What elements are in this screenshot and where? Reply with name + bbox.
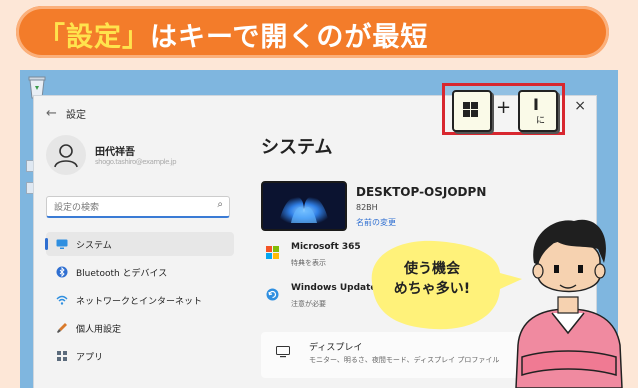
key-i-kana: に: [536, 116, 546, 126]
windows-logo-icon: [463, 102, 478, 117]
sidebar-item-personalize[interactable]: 個人用設定: [46, 316, 234, 340]
bluetooth-icon: [56, 266, 68, 278]
card-subtitle: 注意が必要: [291, 300, 326, 308]
network-icon: [56, 295, 68, 305]
banner-rest: はキーで開くのが最短: [150, 22, 429, 53]
sidebar-item-label: 個人用設定: [76, 324, 122, 335]
monitor-icon: [276, 346, 290, 358]
sidebar-item-label: Bluetooth とデバイス: [76, 268, 168, 279]
title-banner: 「設定」はキーで開くのが最短: [16, 6, 609, 58]
close-button[interactable]: ×: [574, 98, 586, 114]
page-title: システム: [261, 137, 333, 158]
apps-icon: [57, 351, 67, 361]
user-name: 田代祥吾: [95, 147, 135, 158]
sidebar-item-system[interactable]: システム: [45, 232, 234, 256]
search-placeholder: 設定の検索: [54, 203, 100, 213]
card-subtitle: 特典を表示: [291, 259, 326, 267]
sidebar-item-bluetooth[interactable]: Bluetooth とデバイス: [46, 260, 234, 284]
rename-link[interactable]: 名前の変更: [356, 217, 396, 228]
back-button[interactable]: ←: [46, 106, 57, 121]
bubble-line-1: 使う機会: [404, 261, 460, 277]
sidebar-item-apps[interactable]: アプリ: [46, 344, 234, 368]
user-icon: [54, 144, 78, 168]
sidebar-item-label: アプリ: [76, 352, 104, 363]
display-title: ディスプレイ: [309, 343, 363, 353]
device-thumbnail: [261, 181, 347, 231]
card-title[interactable]: Microsoft 365: [291, 242, 361, 252]
speech-bubble: 使う機会 めちゃ多い!: [362, 235, 522, 339]
banner-highlight: 「設定」: [38, 22, 150, 53]
banner-text: 「設定」はキーで開くのが最短: [38, 15, 428, 54]
update-icon: [266, 288, 279, 301]
i-key: I に: [518, 90, 558, 132]
sidebar-item-label: システム: [76, 240, 112, 251]
microsoft-365-icon: [266, 246, 279, 259]
windows-key: [452, 90, 492, 132]
window-title: 設定: [66, 110, 86, 121]
windows-bloom-wallpaper: [263, 183, 345, 229]
sidebar-item-label: ネットワークとインターネット: [76, 296, 203, 307]
avatar[interactable]: [46, 135, 86, 175]
search-icon[interactable]: ⌕: [217, 199, 223, 210]
bubble-line-2: めちゃ多い!: [393, 281, 471, 297]
plus-sign: +: [496, 97, 512, 118]
sidebar-item-network[interactable]: ネットワークとインターネット: [46, 288, 234, 312]
user-email: shogo.tashiro@example.jp: [95, 158, 177, 166]
device-model: 82BH: [356, 203, 378, 212]
device-name: DESKTOP-OSJODPN: [356, 185, 487, 199]
bubble-text: 使う機会 めちゃ多い!: [382, 259, 482, 299]
character-illustration: [515, 219, 623, 388]
key-i-label: I: [533, 95, 539, 114]
active-indicator: [45, 238, 48, 250]
brush-icon: [57, 323, 67, 333]
search-input[interactable]: 設定の検索 ⌕: [46, 196, 230, 218]
shortcut-keys-callout: + I に: [442, 83, 565, 135]
system-icon: [56, 239, 68, 249]
display-subtitle: モニター、明るさ、夜間モード、ディスプレイ プロファイル: [309, 356, 500, 364]
